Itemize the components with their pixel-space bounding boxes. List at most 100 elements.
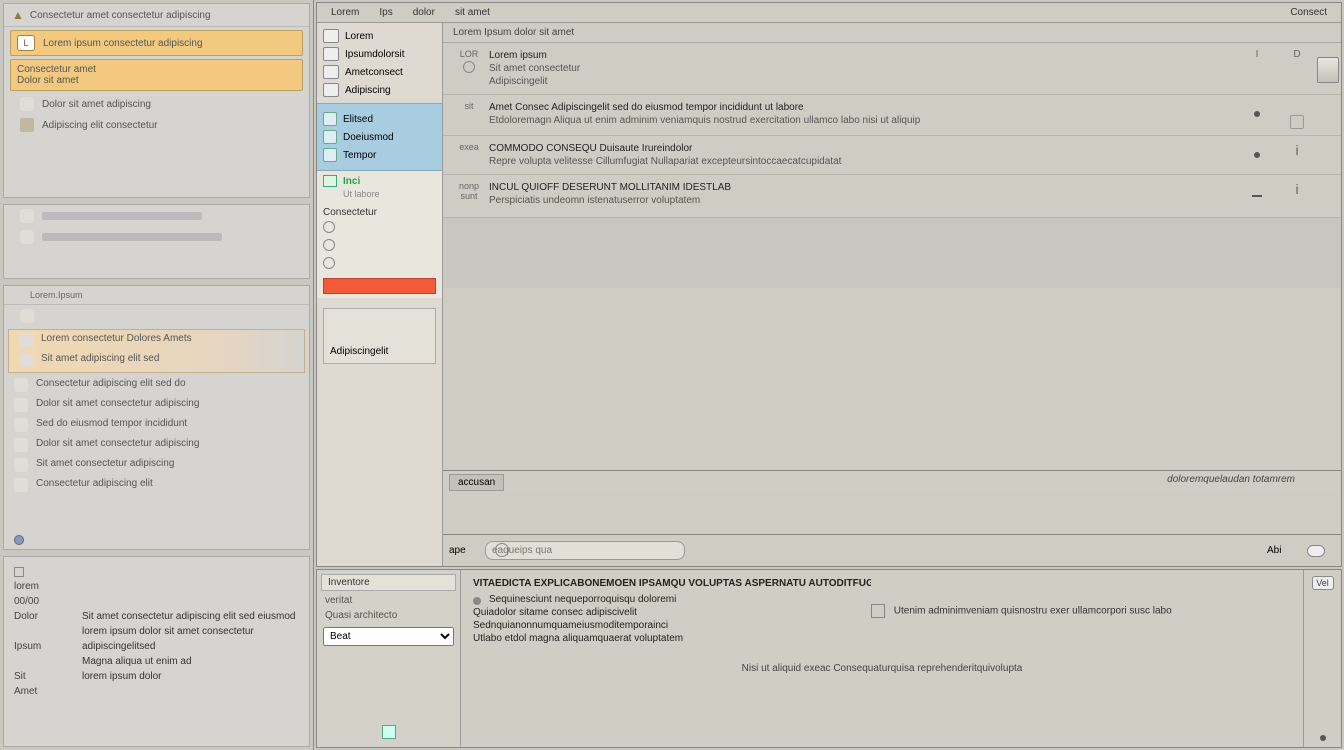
panel-row[interactable] <box>10 206 303 226</box>
search-label: ape <box>449 545 489 556</box>
list-item[interactable]: Consectetur adipiscing elit <box>4 475 309 495</box>
property-row: Amet <box>14 684 299 699</box>
property-label: 00/00 <box>14 596 82 607</box>
counter-badge[interactable]: Vel <box>1312 576 1334 590</box>
combo-select[interactable]: Beat <box>323 627 454 646</box>
list-item-label: Dolor sit amet consectetur adipiscing <box>36 438 199 452</box>
nav-label: Lorem <box>345 31 373 42</box>
circle-icon <box>463 61 475 73</box>
list-item[interactable]: Dolor sit amet consectetur adipiscing <box>4 395 309 415</box>
content-title: Lorem Ipsum dolor sit amet <box>443 23 1341 43</box>
bottom-tabbar: accusan doloremquelaudan totamrem <box>443 470 1341 494</box>
panel-row[interactable] <box>10 227 303 247</box>
nav-label: Elitsed <box>343 114 373 125</box>
list-item[interactable]: sit Amet Consec Adipiscingelit sed do ei… <box>443 95 1341 136</box>
folder-icon <box>323 83 339 97</box>
list-item[interactable]: LOR Lorem ipsum Sit amet consectetur Adi… <box>443 43 1341 95</box>
main-tabs: Lorem Ips dolor sit amet Consect <box>317 3 1341 23</box>
list-item-label: Lorem consectetur Dolores Amets <box>41 333 192 347</box>
status-icon <box>382 725 396 739</box>
action-button[interactable] <box>1317 57 1339 83</box>
bottom-nav-title[interactable]: Inventore <box>321 574 456 591</box>
nav-item[interactable]: Lorem <box>323 27 436 45</box>
category-item[interactable] <box>323 218 436 236</box>
item-icon <box>14 458 28 472</box>
property-row: lorem <box>14 579 299 594</box>
tab-icon <box>14 290 24 300</box>
status-text: doloremquelaudan totamrem <box>1167 474 1295 491</box>
item-icon <box>20 230 34 244</box>
toggle[interactable] <box>1307 545 1325 557</box>
notification-item[interactable]: Dolor sit amet adipiscing <box>10 94 303 114</box>
tab[interactable]: dolor <box>403 5 445 20</box>
list-item[interactable]: Consectetur adipiscing elit sed do <box>4 375 309 395</box>
bottom-nav-combo[interactable]: Beat <box>323 627 454 646</box>
list-subtitle: Repre volupta velitesse Cillumfugiat Nul… <box>489 155 1229 168</box>
nav-item[interactable]: Tempor <box>323 146 436 164</box>
notification-item-highlighted[interactable]: L Lorem ipsum consectetur adipiscing <box>10 30 303 56</box>
bottom-content: Utenim adminimveniam quisnostru exer ull… <box>461 570 1303 747</box>
tab[interactable]: Ips <box>369 5 402 20</box>
nav-label: Doeiusmod <box>343 132 394 143</box>
tab-right[interactable]: Consect <box>1280 5 1337 20</box>
nav-category-header[interactable]: Inci <box>323 175 436 187</box>
list-toggle[interactable] <box>10 306 303 326</box>
bottom-footer: Nisi ut aliquid exeac Consequaturquisa r… <box>473 663 1291 674</box>
property-label <box>14 656 82 667</box>
tab-label[interactable]: Lorem.Ipsum <box>30 290 83 300</box>
alert-bar[interactable] <box>323 278 436 294</box>
content-text: Quiadolor sitame consec adipiscivelit <box>473 607 637 618</box>
bottom-panel: Inventore veritat Quasi architecto Beat … <box>316 569 1342 748</box>
nav-item[interactable]: Ametconsect <box>323 63 436 81</box>
list-title: COMMODO CONSEQU Duisaute Irureindolor <box>489 142 1229 155</box>
list-item[interactable]: Sit amet consectetur adipiscing <box>4 455 309 475</box>
bottom-nav-item[interactable]: veritat <box>319 593 458 608</box>
notification-subtext: Dolor sit amet <box>17 75 79 86</box>
category-item[interactable] <box>323 236 436 254</box>
spacer <box>443 494 1341 534</box>
dash-icon <box>1252 195 1262 197</box>
nav-card[interactable]: Adipiscingelit <box>323 308 436 364</box>
panel-footer <box>4 531 309 549</box>
list-item[interactable]: Dolor sit amet consectetur adipiscing <box>4 435 309 455</box>
main-panel: Lorem Ips dolor sit amet Consect Lorem I… <box>316 2 1342 567</box>
notification-item[interactable]: Adipiscing elit consectetur <box>10 115 303 135</box>
bullet-icon <box>323 239 335 251</box>
list-item[interactable]: exea COMMODO CONSEQU Duisaute Irureindol… <box>443 136 1341 175</box>
search-right-label: Abi <box>1267 545 1307 556</box>
property-row: Sitlorem ipsum dolor <box>14 669 299 684</box>
category-item[interactable] <box>323 254 436 272</box>
content-text: Sequinesciunt nequeporroquisqu doloremi <box>489 594 676 605</box>
notification-item-highlighted[interactable]: Consectetur amet Dolor sit amet <box>10 59 303 91</box>
bottom-nav-item[interactable]: Quasi architecto <box>319 608 458 623</box>
item-icon <box>323 112 337 126</box>
list-title: INCUL QUIOFF DESERUNT MOLLITANIM IDESTLA… <box>489 181 1229 194</box>
nav-label: Inci <box>343 176 360 187</box>
panel-tabbar: Lorem.Ipsum <box>4 286 309 305</box>
list-item[interactable]: nonpsunt INCUL QUIOFF DESERUNT MOLLITANI… <box>443 175 1341 218</box>
nav-item-selected[interactable]: Elitsed <box>323 110 436 128</box>
list-item[interactable]: Sed do eiusmod tempor incididunt <box>4 415 309 435</box>
search-input[interactable] <box>485 541 685 560</box>
list-tag: exea <box>459 142 479 152</box>
item-icon <box>14 478 28 492</box>
list-group-highlighted[interactable]: Lorem consectetur Dolores Amets Sit amet… <box>8 329 305 373</box>
nav-item[interactable]: Ipsumdolorsit <box>323 45 436 63</box>
bullet-icon <box>473 597 481 605</box>
property-label: Amet <box>14 686 82 697</box>
nav-item[interactable]: Doeiusmod <box>323 128 436 146</box>
status-dot-blue-icon <box>14 535 24 545</box>
left-panel-notifications: ▲ Consectetur amet consectetur adipiscin… <box>3 3 310 198</box>
content-line: Utlabo etdol magna aliquamquaerat volupt… <box>473 632 1291 645</box>
chevron-icon <box>20 309 34 323</box>
info-icon: i <box>1277 181 1317 197</box>
dot-icon <box>1254 152 1260 158</box>
tab[interactable]: accusan <box>449 474 504 491</box>
checkbox-icon <box>323 175 337 187</box>
tab[interactable]: Lorem <box>321 5 369 20</box>
nav-item[interactable]: Adipiscing <box>323 81 436 99</box>
tab[interactable]: sit amet <box>445 5 500 20</box>
list-tag: LOR <box>460 49 479 59</box>
content-area: Lorem Ipsum dolor sit amet LOR Lorem ips… <box>443 23 1341 566</box>
notification-text: Adipiscing elit consectetur <box>42 120 158 131</box>
